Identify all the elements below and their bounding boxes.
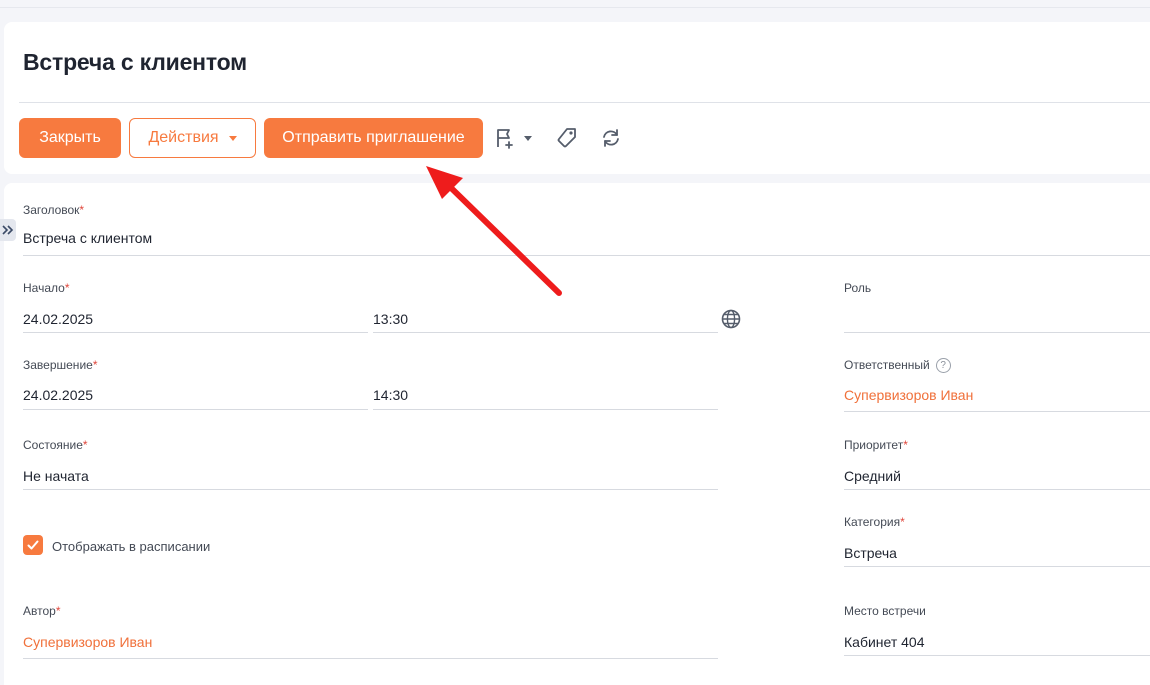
end-label: Завершение* bbox=[23, 358, 98, 372]
author-underline bbox=[23, 658, 718, 659]
show-in-schedule-checkbox[interactable] bbox=[23, 535, 43, 555]
actions-button-label: Действия bbox=[148, 129, 219, 146]
role-underline bbox=[844, 332, 1150, 333]
required-mark: * bbox=[55, 604, 61, 618]
location-label: Место встречи bbox=[844, 604, 926, 618]
caret-down-icon bbox=[228, 135, 237, 141]
category-label: Категория* bbox=[844, 515, 905, 529]
author-label: Автор* bbox=[23, 604, 61, 618]
category-label-text: Категория bbox=[844, 515, 901, 529]
actions-dropdown-button[interactable]: Действия bbox=[129, 118, 256, 158]
required-mark: * bbox=[903, 438, 908, 452]
checkmark-icon bbox=[27, 540, 39, 550]
sync-button[interactable] bbox=[600, 126, 622, 150]
subject-field[interactable]: Встреча с клиентом bbox=[23, 230, 152, 246]
flag-plus-icon bbox=[497, 129, 513, 149]
globe-icon[interactable] bbox=[721, 309, 741, 329]
help-icon[interactable]: ? bbox=[935, 358, 951, 374]
close-button-label: Закрыть bbox=[39, 129, 101, 146]
role-label: Роль bbox=[844, 281, 872, 295]
category-field[interactable]: Встреча bbox=[844, 545, 897, 561]
header-divider bbox=[19, 102, 1150, 103]
end-date-underline bbox=[23, 409, 368, 410]
end-time-underline bbox=[373, 409, 718, 410]
subject-label-text: Заголовок bbox=[23, 203, 80, 217]
start-time-field[interactable]: 13:30 bbox=[373, 311, 408, 327]
subject-label: Заголовок* bbox=[23, 203, 84, 217]
end-date-field[interactable]: 24.02.2025 bbox=[23, 387, 93, 403]
category-underline bbox=[844, 566, 1150, 567]
start-date-underline bbox=[23, 332, 368, 333]
end-time-field[interactable]: 14:30 bbox=[373, 387, 408, 403]
send-invitation-button[interactable]: Отправить приглашение bbox=[264, 118, 483, 158]
owner-underline bbox=[844, 411, 1150, 412]
expand-sidebar-button[interactable] bbox=[0, 219, 16, 241]
required-mark: * bbox=[900, 515, 905, 529]
form-card bbox=[4, 183, 1150, 685]
status-label-text: Состояние bbox=[23, 438, 83, 452]
location-underline bbox=[844, 655, 1150, 656]
start-time-underline bbox=[373, 332, 718, 333]
priority-field[interactable]: Средний bbox=[844, 468, 901, 484]
end-label-text: Завершение bbox=[23, 358, 93, 372]
close-button[interactable]: Закрыть bbox=[19, 118, 121, 158]
caret-down-icon bbox=[524, 135, 532, 141]
tag-icon bbox=[557, 128, 576, 148]
top-strip bbox=[0, 0, 1150, 8]
status-field[interactable]: Не начата bbox=[23, 468, 89, 484]
start-date-field[interactable]: 24.02.2025 bbox=[23, 311, 93, 327]
start-label: Начало* bbox=[23, 281, 69, 295]
owner-label-text: Ответственный bbox=[844, 358, 930, 372]
required-mark: * bbox=[82, 438, 88, 452]
tag-button[interactable] bbox=[556, 126, 578, 150]
author-link[interactable]: Супервизоров Иван bbox=[23, 634, 152, 650]
sync-icon bbox=[603, 129, 619, 147]
status-underline bbox=[23, 489, 718, 490]
subject-underline bbox=[23, 255, 1150, 256]
priority-underline bbox=[844, 489, 1150, 490]
author-label-text: Автор bbox=[23, 604, 56, 618]
show-in-schedule-label: Отображать в расписании bbox=[52, 539, 211, 554]
header-card: Встреча с клиентом Закрыть Действия Отпр… bbox=[4, 22, 1150, 174]
status-label: Состояние* bbox=[23, 438, 88, 452]
send-invitation-label: Отправить приглашение bbox=[282, 129, 465, 146]
page-title: Встреча с клиентом bbox=[23, 49, 247, 75]
required-mark: * bbox=[79, 203, 85, 217]
start-label-text: Начало bbox=[23, 281, 65, 295]
owner-label: Ответственный? bbox=[844, 358, 951, 374]
location-field[interactable]: Кабинет 404 bbox=[844, 634, 925, 650]
flag-dropdown-button[interactable] bbox=[494, 126, 532, 150]
priority-label: Приоритет* bbox=[844, 438, 908, 452]
required-mark: * bbox=[92, 358, 98, 372]
required-mark: * bbox=[64, 281, 70, 295]
priority-label-text: Приоритет bbox=[844, 438, 904, 452]
owner-link[interactable]: Супервизоров Иван bbox=[844, 387, 973, 403]
double-chevron-right-icon bbox=[2, 225, 14, 235]
